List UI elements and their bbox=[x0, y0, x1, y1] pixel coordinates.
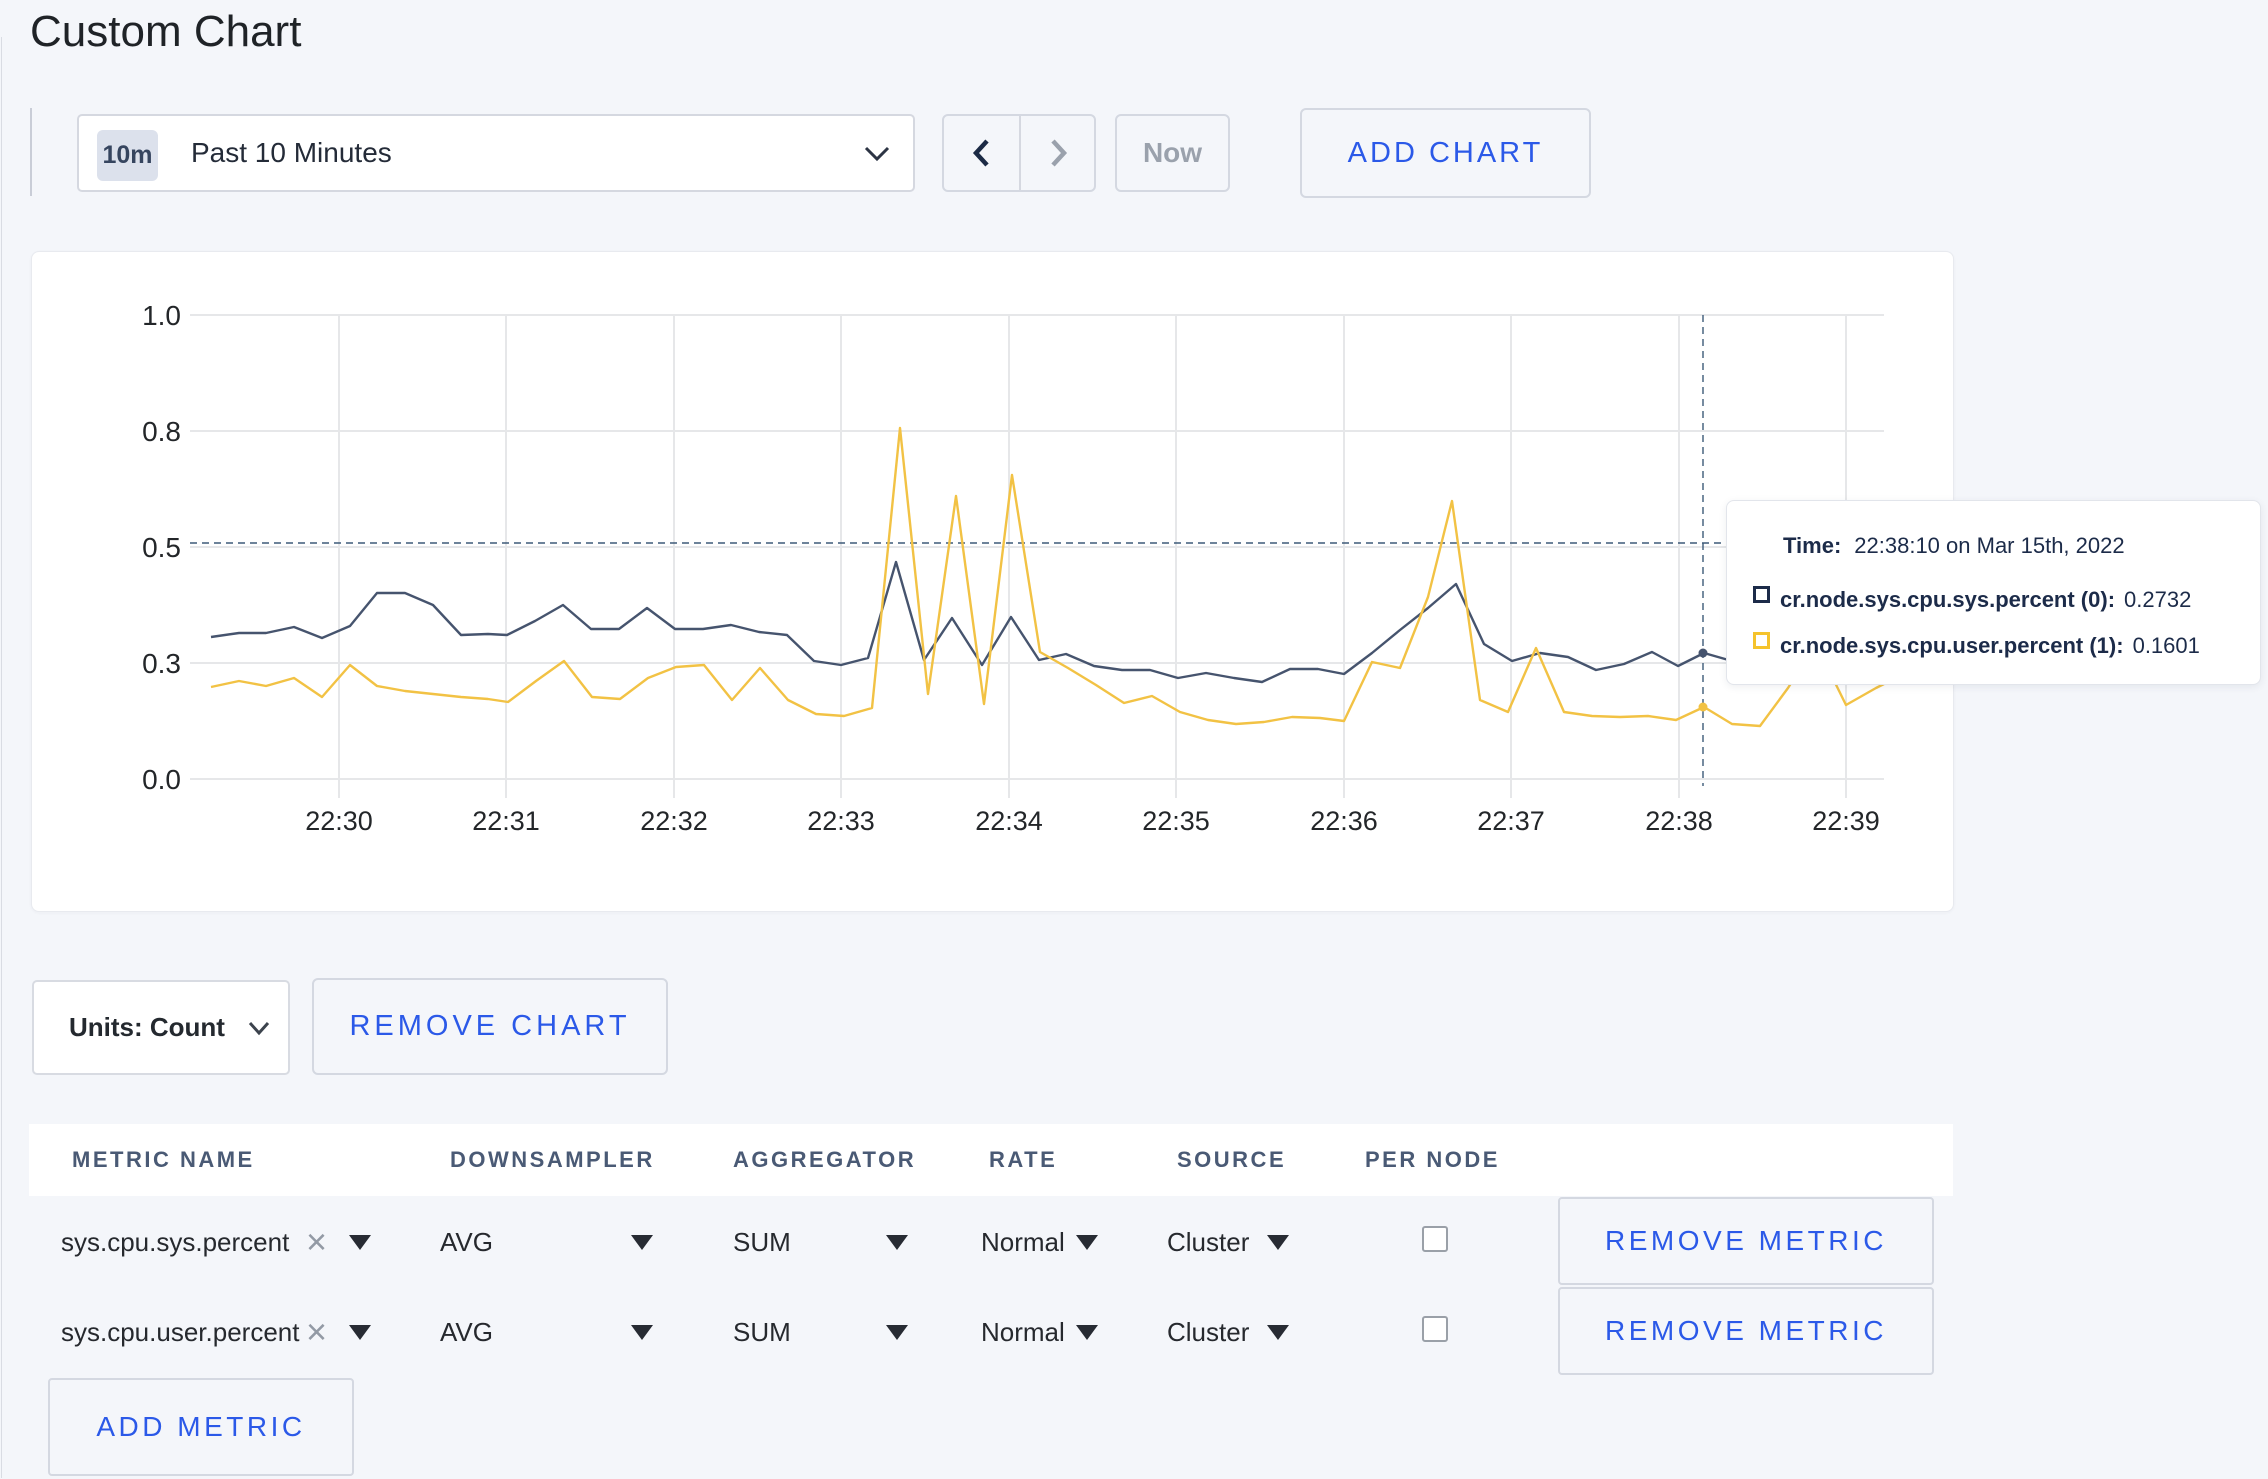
svg-text:22:39: 22:39 bbox=[1812, 806, 1880, 836]
svg-text:22:36: 22:36 bbox=[1310, 806, 1378, 836]
svg-text:22:37: 22:37 bbox=[1477, 806, 1545, 836]
svg-text:22:38: 22:38 bbox=[1645, 806, 1713, 836]
svg-text:0.3: 0.3 bbox=[142, 648, 181, 679]
svg-text:22:31: 22:31 bbox=[472, 806, 540, 836]
svg-text:0.5: 0.5 bbox=[142, 532, 181, 563]
svg-text:22:32: 22:32 bbox=[640, 806, 708, 836]
svg-text:0.0: 0.0 bbox=[142, 764, 181, 795]
svg-text:1.0: 1.0 bbox=[142, 300, 181, 331]
svg-text:22:35: 22:35 bbox=[1142, 806, 1210, 836]
svg-text:22:33: 22:33 bbox=[807, 806, 875, 836]
svg-text:22:34: 22:34 bbox=[975, 806, 1043, 836]
svg-text:22:30: 22:30 bbox=[305, 806, 373, 836]
svg-text:0.8: 0.8 bbox=[142, 416, 181, 447]
